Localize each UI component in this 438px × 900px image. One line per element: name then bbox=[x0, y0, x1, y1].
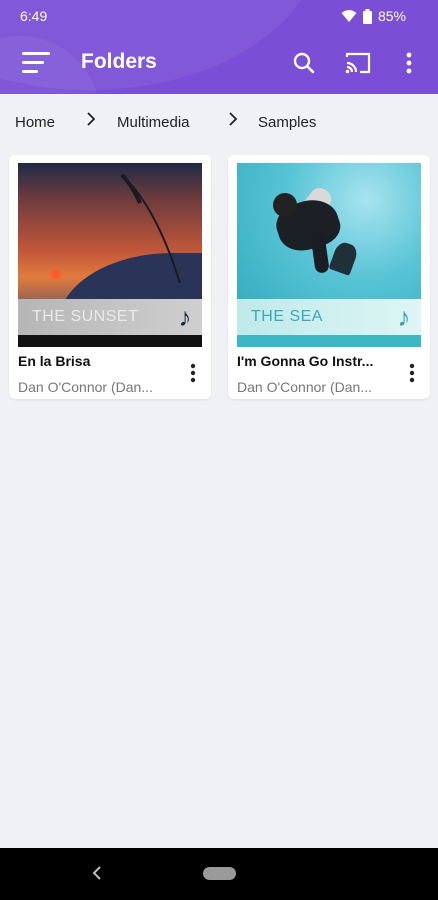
wifi-icon bbox=[341, 10, 357, 22]
reed-shape bbox=[120, 173, 181, 283]
battery-percent: 85% bbox=[377, 8, 406, 24]
album-art-sunset: THE SUNSET ♪ bbox=[18, 163, 202, 347]
more-vert-icon[interactable] bbox=[397, 49, 421, 77]
chevron-right-icon bbox=[229, 112, 238, 126]
song-title: I'm Gonna Go Instr... bbox=[237, 353, 374, 369]
more-vert-icon[interactable] bbox=[183, 361, 203, 385]
album-art-caption: THE SEA bbox=[251, 308, 323, 325]
song-artist: Dan O'Connor (Dan... bbox=[18, 379, 153, 395]
status-right: 85% bbox=[341, 8, 406, 24]
battery-icon bbox=[362, 8, 372, 24]
app-bar: Folders bbox=[0, 36, 438, 92]
album-art[interactable]: THE SUNSET ♪ bbox=[18, 163, 202, 347]
menu-icon[interactable] bbox=[22, 52, 50, 74]
breadcrumb: Home Multimedia Samples bbox=[0, 94, 438, 150]
music-note-icon: ♪ bbox=[397, 302, 411, 332]
album-art-caption-band: THE SUNSET ♪ bbox=[18, 299, 202, 335]
diver-fin-shape bbox=[328, 240, 360, 276]
album-art-sea: THE SEA ♪ bbox=[237, 163, 421, 347]
song-artist: Dan O'Connor (Dan... bbox=[237, 379, 372, 395]
status-time: 6:49 bbox=[20, 8, 48, 24]
breadcrumb-samples[interactable]: Samples bbox=[258, 114, 316, 131]
chevron-right-icon bbox=[87, 112, 96, 126]
breadcrumb-home[interactable]: Home bbox=[15, 114, 55, 131]
diver-head-shape bbox=[273, 193, 297, 217]
breadcrumb-multimedia[interactable]: Multimedia bbox=[117, 114, 190, 131]
album-art-bottom-bar bbox=[237, 335, 421, 347]
album-art-bottom-bar bbox=[18, 335, 202, 347]
cast-icon[interactable] bbox=[343, 49, 373, 77]
search-icon[interactable] bbox=[290, 49, 318, 77]
music-note-icon: ♪ bbox=[178, 302, 192, 332]
back-icon[interactable] bbox=[90, 864, 104, 882]
top-bar: 6:49 85% Folders bbox=[0, 0, 438, 94]
system-nav-bar bbox=[0, 848, 438, 900]
more-vert-icon[interactable] bbox=[402, 361, 422, 385]
home-pill-icon[interactable] bbox=[203, 867, 236, 880]
sun-shape bbox=[51, 269, 61, 279]
song-title: En la Brisa bbox=[18, 353, 91, 369]
album-art-caption-band: THE SEA ♪ bbox=[237, 299, 421, 335]
album-art[interactable]: THE SEA ♪ bbox=[237, 163, 421, 347]
media-card[interactable]: THE SUNSET ♪ En la Brisa Dan O'Connor (D… bbox=[9, 155, 211, 399]
media-card[interactable]: THE SEA ♪ I'm Gonna Go Instr... Dan O'Co… bbox=[228, 155, 430, 399]
album-art-caption: THE SUNSET bbox=[32, 308, 139, 325]
page-title: Folders bbox=[81, 50, 157, 73]
status-bar: 6:49 85% bbox=[0, 0, 438, 32]
